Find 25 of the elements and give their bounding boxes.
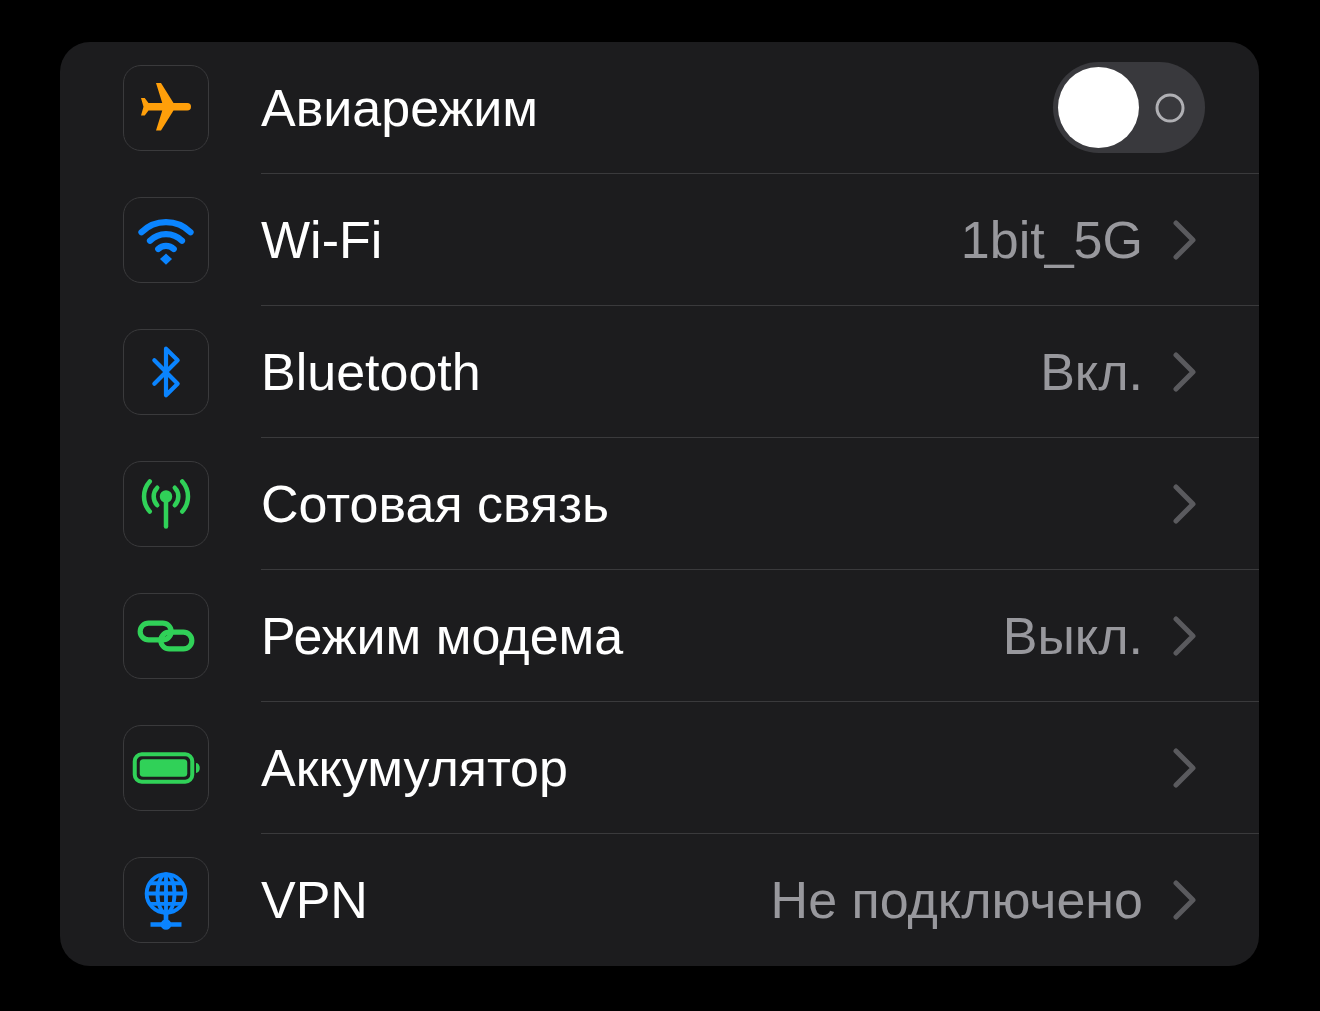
chevron-icon[interactable] <box>1173 880 1197 920</box>
chevron-icon[interactable] <box>1173 483 1197 524</box>
setting-label: Bluetooth <box>261 341 481 402</box>
chevron-icon[interactable] <box>1173 615 1197 656</box>
antenna-icon <box>123 461 209 547</box>
setting-label: VPN <box>261 870 368 930</box>
battery-icon <box>123 725 209 811</box>
chevron-icon[interactable] <box>1173 747 1197 788</box>
setting-value: Не подключено <box>770 870 1143 930</box>
setting-label: Режим модема <box>261 605 624 666</box>
chevron-icon[interactable] <box>1173 219 1197 260</box>
setting-label: Авиарежим <box>261 77 539 138</box>
chain-icon <box>123 593 209 679</box>
setting-value: Вкл. <box>1040 341 1143 402</box>
globe-icon <box>123 857 209 943</box>
bluetooth-icon <box>123 329 209 415</box>
setting-label: Wi-Fi <box>261 209 383 270</box>
airplane-icon <box>123 65 209 151</box>
setting-label: Аккумулятор <box>261 737 568 798</box>
off-mark-icon <box>1155 93 1185 123</box>
setting-label: Сотовая связь <box>261 473 610 534</box>
wifi-icon <box>123 197 209 283</box>
setting-value: Выкл. <box>1002 605 1143 666</box>
chevron-icon[interactable] <box>1173 351 1197 392</box>
setting-value: 1bit_5G <box>960 209 1143 270</box>
